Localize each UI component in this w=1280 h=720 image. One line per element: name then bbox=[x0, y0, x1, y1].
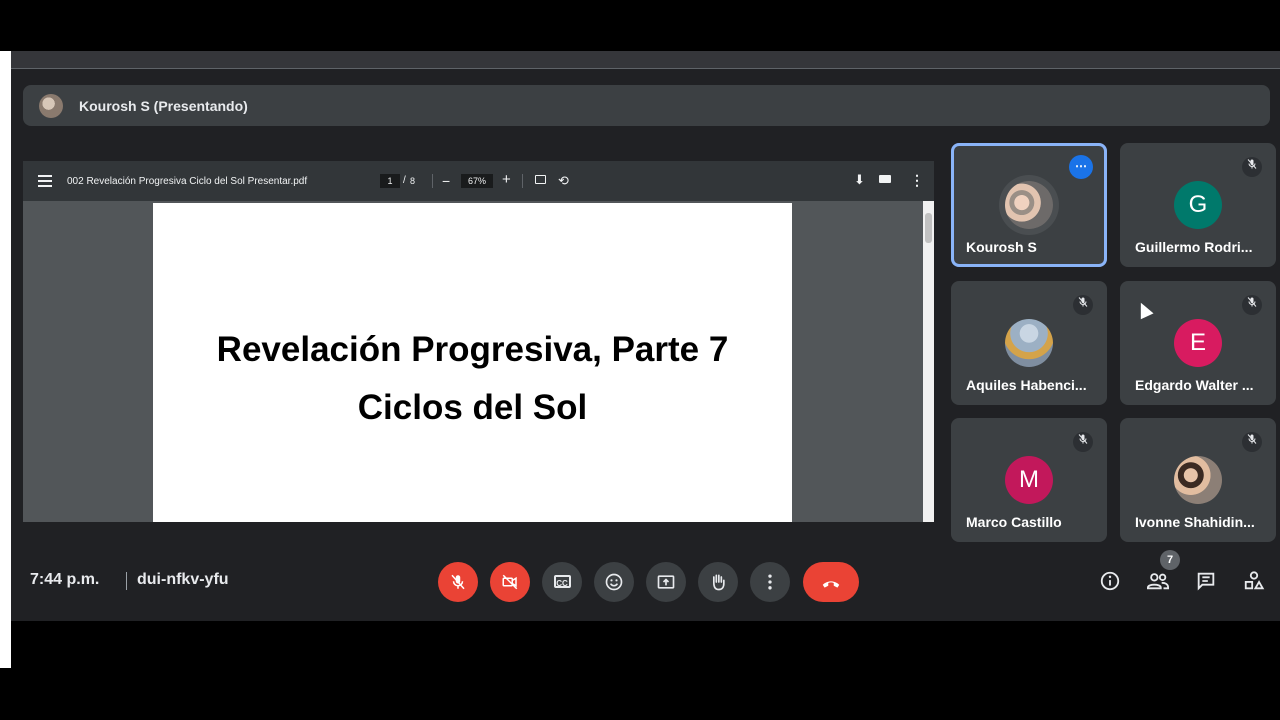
participant-initial-avatar: G bbox=[1174, 181, 1222, 229]
meeting-controls-bar: 7:44 p.m. dui-nfkv-yfu CC 7 bbox=[11, 550, 1280, 607]
activities-button[interactable] bbox=[1242, 570, 1266, 594]
captions-button[interactable]: CC bbox=[542, 562, 582, 602]
participant-avatar bbox=[1005, 319, 1053, 367]
fit-page-icon[interactable] bbox=[535, 175, 546, 184]
mic-off-icon bbox=[1242, 157, 1262, 177]
more-options-button[interactable] bbox=[750, 562, 790, 602]
rotate-icon[interactable]: ⟲ bbox=[558, 173, 569, 188]
pdf-page-separator: / bbox=[403, 175, 406, 186]
raise-hand-button[interactable] bbox=[698, 562, 738, 602]
participant-name: Edgardo Walter ... bbox=[1135, 377, 1254, 393]
pdf-filename: 002 Revelación Progresiva Ciclo del Sol … bbox=[67, 175, 308, 187]
slide-title: Revelación Progresiva, Parte 7 Ciclos de… bbox=[153, 321, 792, 437]
pdf-more-icon[interactable]: ⋮ bbox=[910, 172, 924, 188]
zoom-out-icon[interactable]: − bbox=[442, 173, 450, 189]
pdf-page-total: 8 bbox=[410, 176, 416, 186]
present-button[interactable] bbox=[646, 562, 686, 602]
captions-icon: CC bbox=[553, 575, 571, 589]
mic-off-icon bbox=[1073, 295, 1093, 315]
mic-off-icon bbox=[451, 574, 465, 590]
emoji-icon bbox=[605, 573, 623, 591]
camera-off-button[interactable] bbox=[490, 562, 530, 602]
mic-off-icon bbox=[1242, 432, 1262, 452]
participant-name: Ivonne Shahidin... bbox=[1135, 514, 1255, 530]
end-call-button[interactable] bbox=[803, 562, 859, 602]
left-edge bbox=[0, 51, 11, 668]
pdf-menu-icon[interactable] bbox=[38, 175, 52, 187]
present-screen-icon bbox=[657, 575, 675, 589]
people-button[interactable] bbox=[1146, 570, 1170, 594]
participant-tile[interactable]: G Guillermo Rodri... bbox=[1120, 143, 1276, 267]
pdf-divider bbox=[432, 174, 433, 188]
emoji-button[interactable] bbox=[594, 562, 634, 602]
pdf-scrollbar-thumb[interactable] bbox=[925, 213, 932, 243]
presenter-banner: Kourosh S (Presentando) bbox=[23, 85, 1270, 126]
info-icon bbox=[1100, 571, 1120, 591]
presenter-avatar bbox=[39, 93, 63, 118]
pdf-zoom-input[interactable]: 67% bbox=[461, 174, 493, 188]
participant-initial-avatar: M bbox=[1005, 456, 1053, 504]
mic-off-icon bbox=[1242, 295, 1262, 315]
pdf-divider bbox=[522, 174, 523, 188]
participant-options-button[interactable]: ⋯ bbox=[1069, 155, 1093, 179]
mic-off-icon bbox=[1073, 432, 1093, 452]
chat-icon bbox=[1197, 572, 1215, 591]
participant-tile[interactable]: Aquiles Habenci... bbox=[951, 281, 1107, 405]
participant-tile[interactable]: E Edgardo Walter ... bbox=[1120, 281, 1276, 405]
more-options-icon bbox=[768, 574, 772, 590]
meeting-code: dui-nfkv-yfu bbox=[137, 571, 229, 588]
participant-name: Guillermo Rodri... bbox=[1135, 239, 1253, 255]
participant-tile[interactable]: ⋯ Kourosh S bbox=[951, 143, 1107, 267]
participant-tile[interactable]: Ivonne Shahidin... bbox=[1120, 418, 1276, 542]
pdf-scrollbar[interactable] bbox=[923, 201, 934, 522]
meeting-time: 7:44 p.m. bbox=[30, 571, 100, 588]
participant-tile[interactable]: M Marco Castillo bbox=[951, 418, 1107, 542]
pdf-viewer: 002 Revelación Progresiva Ciclo del Sol … bbox=[23, 161, 934, 522]
presenter-name: Kourosh S (Presentando) bbox=[79, 97, 248, 114]
activities-icon bbox=[1244, 571, 1265, 590]
info-button[interactable] bbox=[1098, 570, 1122, 594]
raise-hand-icon bbox=[713, 574, 725, 591]
print-icon[interactable] bbox=[879, 175, 891, 183]
participant-name: Kourosh S bbox=[966, 239, 1037, 255]
participant-name: Marco Castillo bbox=[966, 514, 1062, 530]
participant-name: Aquiles Habenci... bbox=[966, 377, 1087, 393]
mic-off-button[interactable] bbox=[438, 562, 478, 602]
people-count-badge: 7 bbox=[1160, 550, 1180, 570]
bookmarks-bar bbox=[11, 51, 1280, 69]
camera-off-icon bbox=[502, 574, 518, 590]
pdf-toolbar: 002 Revelación Progresiva Ciclo del Sol … bbox=[23, 161, 934, 201]
slide-title-line1: Revelación Progresiva, Parte 7 bbox=[216, 330, 729, 369]
end-call-icon bbox=[822, 581, 840, 588]
participant-avatar bbox=[1174, 456, 1222, 504]
pdf-page: Revelación Progresiva, Parte 7 Ciclos de… bbox=[153, 203, 792, 522]
people-icon bbox=[1147, 573, 1169, 590]
chat-button[interactable] bbox=[1194, 570, 1218, 594]
zoom-in-icon[interactable]: + bbox=[502, 172, 511, 188]
download-icon[interactable]: ⬇ bbox=[854, 172, 865, 188]
participant-avatar bbox=[1005, 181, 1053, 229]
slide-title-line2: Ciclos del Sol bbox=[357, 388, 588, 427]
time-code-divider bbox=[126, 572, 127, 590]
participant-initial-avatar: E bbox=[1174, 319, 1222, 367]
pdf-page-input[interactable]: 1 bbox=[380, 174, 400, 188]
